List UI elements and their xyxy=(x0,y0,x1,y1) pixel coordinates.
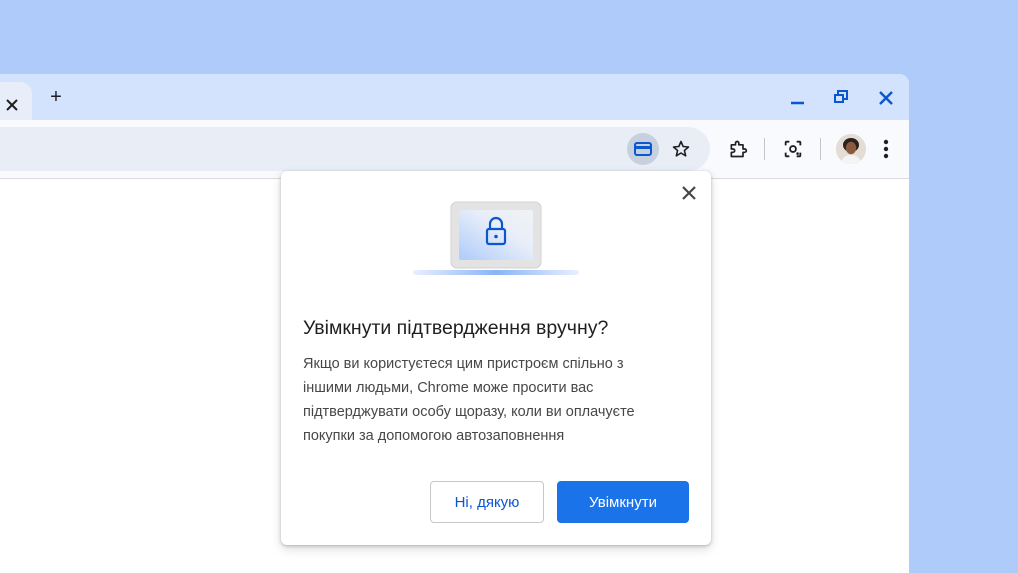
dialog-title: Увімкнути підтвердження вручну? xyxy=(303,317,609,339)
address-bar[interactable] xyxy=(0,127,710,171)
window-close-icon[interactable] xyxy=(874,86,898,110)
dialog-description: Якщо ви користуєтеся цим пристроєм спіль… xyxy=(303,356,635,444)
tab-close-icon[interactable] xyxy=(3,98,21,116)
close-icon[interactable] xyxy=(677,181,701,205)
turn-on-button[interactable]: Увімкнути xyxy=(557,481,689,523)
confirmation-dialog: Увімкнути підтвердження вручну? Якщо ви … xyxy=(281,171,711,545)
avatar[interactable] xyxy=(836,134,866,164)
active-tab[interactable] xyxy=(0,82,32,120)
laptop-lock-illustration xyxy=(411,199,581,281)
tab-strip: + xyxy=(0,74,909,120)
star-icon[interactable] xyxy=(666,134,696,164)
minimize-icon[interactable] xyxy=(786,86,810,110)
more-vert-icon[interactable] xyxy=(871,134,901,164)
credit-card-icon[interactable] xyxy=(627,133,659,165)
lens-icon[interactable] xyxy=(778,134,808,164)
no-thanks-button[interactable]: Ні, дякую xyxy=(430,481,544,523)
new-tab-button[interactable]: + xyxy=(46,87,66,107)
toolbar-separator xyxy=(820,138,821,160)
restore-icon[interactable] xyxy=(829,86,853,110)
extensions-icon[interactable] xyxy=(723,134,753,164)
toolbar-separator xyxy=(764,138,765,160)
